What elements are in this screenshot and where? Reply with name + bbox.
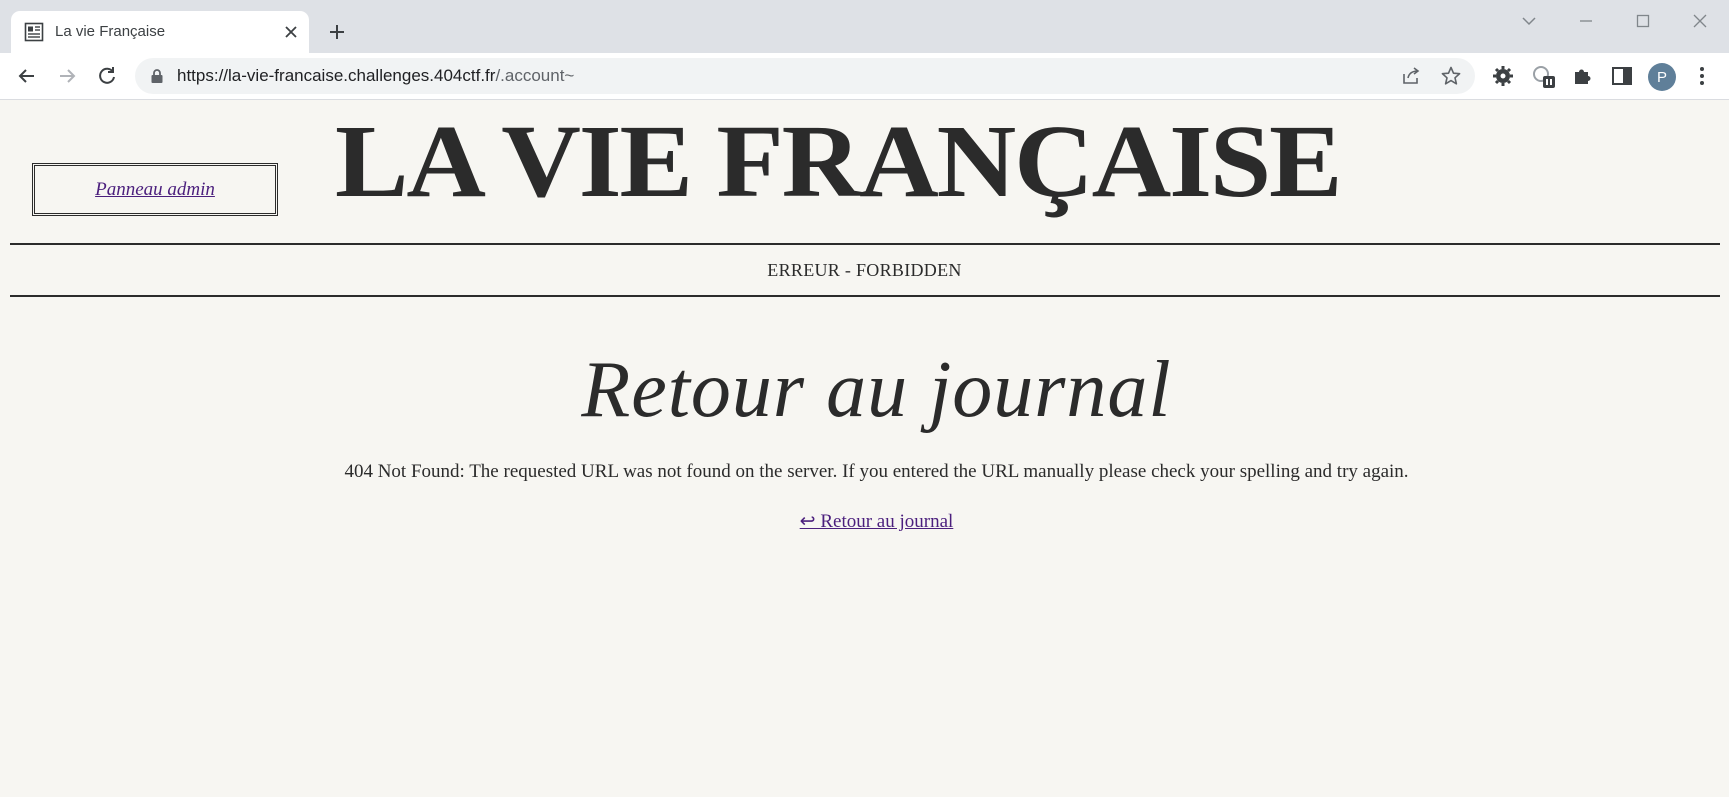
browser-toolbar: https://la-vie-francaise.challenges.404c… — [0, 53, 1729, 100]
page-content: Panneau admin LA VIE FRANÇAISE ERREUR - … — [0, 100, 1729, 797]
menu-kebab-icon[interactable] — [1689, 63, 1715, 89]
minimize-icon[interactable] — [1573, 8, 1599, 34]
back-link-container: ↩ Retour au journal — [0, 510, 1729, 533]
back-arrow-icon[interactable] — [14, 63, 40, 89]
chevron-down-icon[interactable] — [1516, 8, 1542, 34]
admin-panel-box: Panneau admin — [32, 163, 278, 216]
lock-icon[interactable] — [150, 68, 164, 84]
bookmark-star-icon[interactable] — [1440, 65, 1462, 87]
page-title: Retour au journal — [581, 346, 1172, 434]
tab-title: La vie Française — [55, 23, 166, 40]
error-message: 404 Not Found: The requested URL was not… — [344, 461, 1409, 482]
forward-arrow-icon[interactable] — [54, 63, 80, 89]
new-tab-icon[interactable] — [325, 20, 349, 44]
bottom-divider — [10, 295, 1720, 297]
url-host: https://la-vie-francaise.challenges.404c… — [177, 66, 496, 85]
url-path: /.account~ — [495, 66, 575, 85]
admin-panel-link[interactable]: Panneau admin — [95, 179, 215, 201]
masthead-title: LA VIE FRANÇAISE — [335, 104, 1343, 219]
tab-strip: La vie Française — [0, 0, 1729, 53]
top-divider — [10, 243, 1720, 245]
reload-icon[interactable] — [94, 63, 120, 89]
browser-tab[interactable]: La vie Française — [11, 11, 309, 53]
extension-gear-icon[interactable] — [1490, 63, 1516, 89]
profile-avatar[interactable]: P — [1648, 63, 1676, 91]
url-text[interactable]: https://la-vie-francaise.challenges.404c… — [177, 66, 574, 86]
extension-paused-icon[interactable] — [1530, 63, 1556, 89]
close-window-icon[interactable] — [1687, 8, 1713, 34]
back-to-journal-link[interactable]: ↩ Retour au journal — [800, 511, 954, 532]
close-tab-icon[interactable] — [282, 23, 300, 41]
share-icon[interactable] — [1400, 65, 1422, 87]
side-panel-icon[interactable] — [1609, 63, 1635, 89]
newspaper-icon — [24, 22, 44, 42]
maximize-icon[interactable] — [1630, 8, 1656, 34]
puzzle-icon[interactable] — [1570, 63, 1596, 89]
section-heading: ERREUR - FORBIDDEN — [767, 260, 962, 280]
address-bar[interactable]: https://la-vie-francaise.challenges.404c… — [135, 58, 1475, 94]
